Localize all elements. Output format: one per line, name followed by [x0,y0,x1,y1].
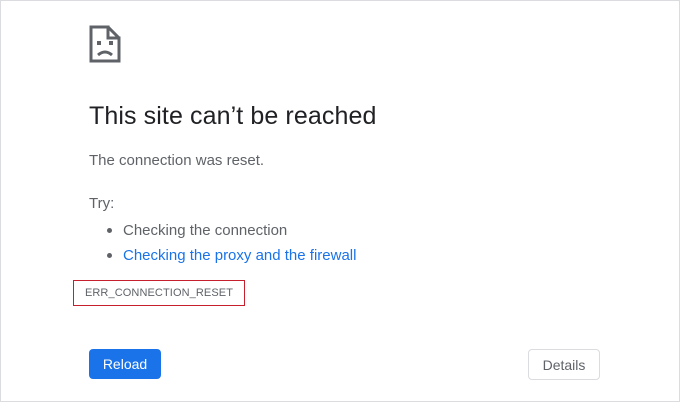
error-page: This site can’t be reached The connectio… [0,0,680,402]
try-label: Try: [89,195,115,212]
bullet-icon [107,228,112,233]
sad-page-icon [89,25,121,63]
suggestions-list: Checking the connection Checking the pro… [89,218,356,268]
proxy-firewall-link[interactable]: Checking the proxy and the firewall [123,247,356,264]
bullet-icon [107,253,112,258]
reload-button[interactable]: Reload [89,349,161,379]
page-title: This site can’t be reached [89,102,377,130]
error-description: The connection was reset. [89,152,265,169]
suggestion-label: Checking the connection [123,222,288,239]
suggestion-check-proxy-firewall: Checking the proxy and the firewall [89,243,356,268]
details-button[interactable]: Details [528,349,600,380]
error-code: ERR_CONNECTION_RESET [73,280,245,306]
suggestion-check-connection: Checking the connection [89,218,356,243]
